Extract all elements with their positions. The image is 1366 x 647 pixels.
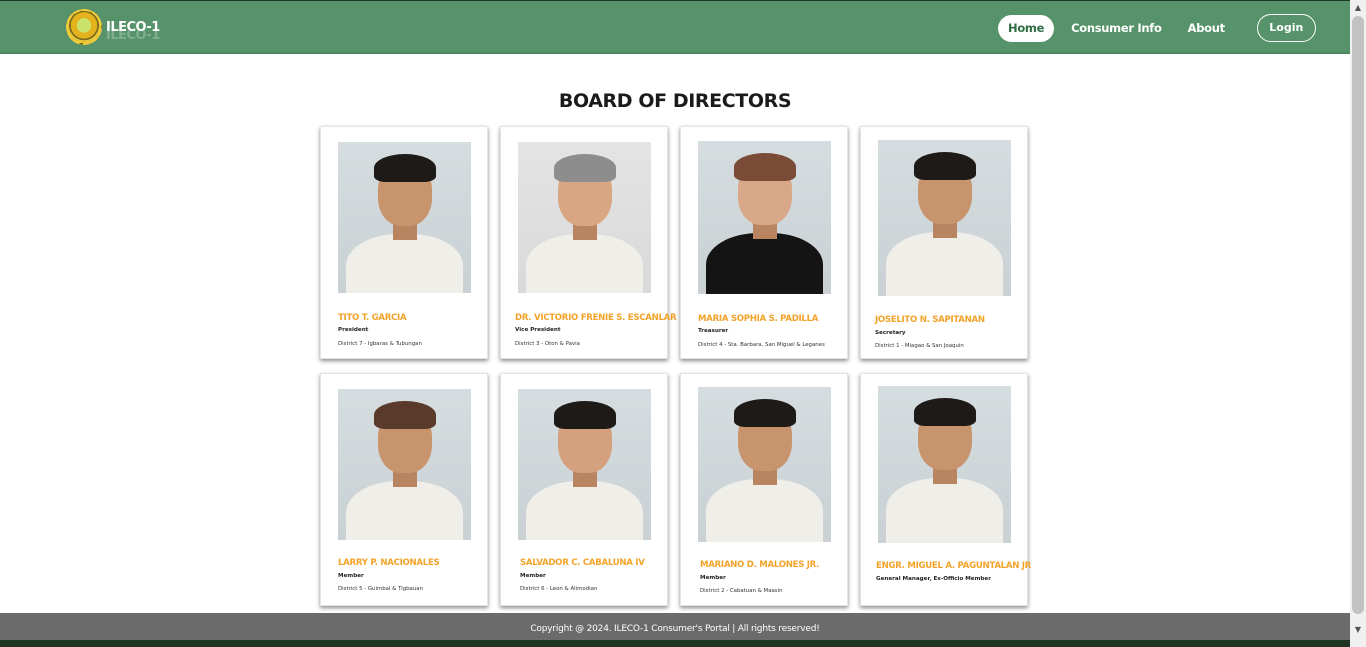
director-card: SALVADOR C. CABALUNA IV Member District …	[500, 373, 668, 606]
director-district: District 6 - Leon & Alimodian	[520, 586, 598, 592]
director-district: District 3 - Oton & Pavia	[515, 341, 580, 347]
director-role: General Manager, Ex-Officio Member	[876, 576, 991, 582]
director-district: District 4 - Sta. Barbara, San Miguel & …	[698, 342, 825, 348]
logo[interactable]: ILECO-1	[66, 9, 160, 45]
director-photo	[518, 142, 651, 293]
director-name: ENGR. MIGUEL A. PAGUNTALAN JR	[876, 561, 1031, 571]
director-photo	[518, 389, 651, 540]
director-district: District 5 - Guimbal & Tigbauan	[338, 586, 423, 592]
vertical-scrollbar[interactable]: ▲ ▼	[1350, 0, 1366, 647]
director-card: MARIA SOPHIA S. PADILLA Treasurer Distri…	[680, 126, 848, 359]
director-role: Member	[338, 573, 364, 579]
director-role: Secretary	[875, 330, 906, 336]
page: ILECO-1 Home Consumer Info About Login B…	[0, 0, 1366, 647]
director-district: District 7 - Igbaras & Tubungan	[338, 341, 422, 347]
director-name: SALVADOR C. CABALUNA IV	[520, 558, 645, 568]
director-district: District 1 - Miagao & San Joaquin	[875, 343, 964, 349]
director-role: Vice President	[515, 327, 561, 333]
navbar: ILECO-1 Home Consumer Info About Login	[0, 0, 1350, 54]
director-photo	[878, 140, 1011, 296]
page-title: BOARD OF DIRECTORS	[558, 90, 792, 112]
director-photo	[878, 386, 1011, 543]
director-card: DR. VICTORIO FRENIE S. ESCANLAR Vice Pre…	[500, 126, 677, 359]
director-photo	[698, 387, 831, 542]
login-button[interactable]: Login	[1256, 14, 1316, 42]
director-name: MARIANO D. MALONES JR.	[700, 560, 820, 570]
nav-links: Home Consumer Info About Login	[998, 14, 1316, 42]
director-name: MARIA SOPHIA S. PADILLA	[698, 314, 819, 324]
footer: Copyright @ 2024. ILECO-1 Consumer's Por…	[0, 613, 1350, 640]
nav-consumer-info[interactable]: Consumer Info	[1061, 15, 1172, 42]
ileco-emblem-icon	[66, 9, 102, 45]
scroll-up-icon[interactable]: ▲	[1350, 1, 1366, 15]
director-card: MARIANO D. MALONES JR. Member District 2…	[680, 373, 848, 606]
director-photo	[698, 141, 831, 294]
director-card: ENGR. MIGUEL A. PAGUNTALAN JR General Ma…	[860, 373, 1031, 606]
scroll-thumb[interactable]	[1352, 16, 1364, 614]
scroll-down-icon[interactable]: ▼	[1350, 623, 1366, 637]
director-card: LARRY P. NACIONALES Member District 5 - …	[320, 373, 488, 606]
director-photo	[338, 142, 471, 293]
nav-about[interactable]: About	[1178, 15, 1235, 42]
director-district: District 2 - Cabatuan & Maasin	[700, 588, 783, 594]
director-name: DR. VICTORIO FRENIE S. ESCANLAR	[515, 313, 677, 323]
director-card: TITO T. GARCIA President District 7 - Ig…	[320, 126, 488, 359]
director-role: Treasurer	[698, 328, 729, 334]
director-name: TITO T. GARCIA	[338, 313, 407, 323]
logo-text: ILECO-1	[106, 19, 160, 35]
director-role: President	[338, 327, 369, 333]
director-name: LARRY P. NACIONALES	[338, 558, 440, 568]
director-role: Member	[520, 573, 546, 579]
footer-strip	[0, 640, 1366, 647]
director-role: Member	[700, 575, 726, 581]
nav-home[interactable]: Home	[998, 14, 1055, 42]
director-name: JOSELITO N. SAPITANAN	[875, 315, 985, 325]
director-photo	[338, 389, 471, 540]
director-card: JOSELITO N. SAPITANAN Secretary District…	[860, 126, 1028, 359]
footer-copyright: Copyright @ 2024. ILECO-1 Consumer's Por…	[530, 624, 820, 634]
